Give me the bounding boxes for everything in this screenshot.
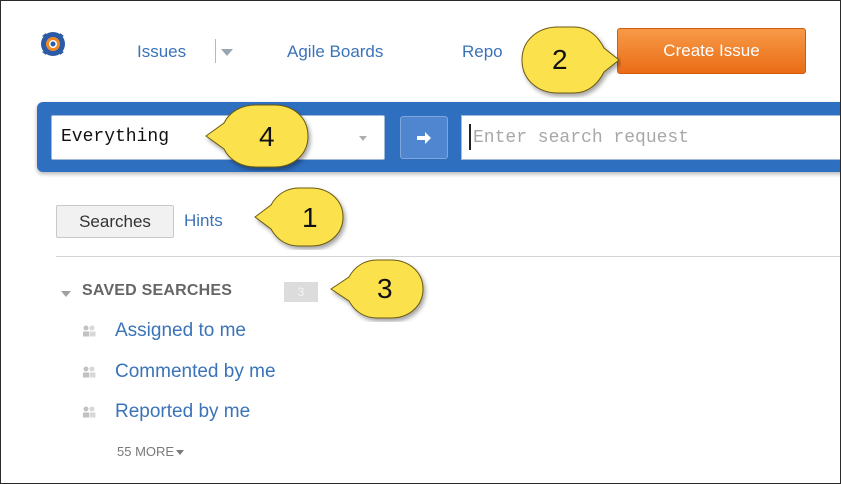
saved-search-label[interactable]: Assigned to me bbox=[115, 320, 246, 342]
saved-searches-header[interactable]: SAVED SEARCHES bbox=[82, 282, 232, 300]
nav-separator bbox=[215, 39, 216, 63]
callout-3-number: 3 bbox=[377, 273, 393, 304]
create-issue-button[interactable]: Create Issue bbox=[617, 28, 806, 74]
app-window: Issues Agile Boards Repo Create Issue Ev… bbox=[0, 0, 841, 484]
chevron-down-icon bbox=[176, 450, 185, 456]
saved-search-item[interactable]: Commented by me bbox=[81, 360, 276, 384]
saved-search-item[interactable]: Assigned to me bbox=[81, 319, 246, 343]
collapse-caret-icon[interactable] bbox=[61, 291, 71, 297]
arrow-right-icon bbox=[417, 131, 431, 144]
saved-search-label[interactable]: Commented by me bbox=[115, 361, 276, 383]
nav-agile-boards[interactable]: Agile Boards bbox=[287, 42, 383, 62]
users-icon bbox=[83, 406, 96, 418]
nav-reports[interactable]: Repo bbox=[462, 42, 503, 62]
chevron-down-icon[interactable] bbox=[359, 136, 367, 141]
issues-dropdown-icon[interactable] bbox=[221, 49, 233, 56]
search-context-value: Everything bbox=[61, 127, 170, 147]
callout-1-number: 1 bbox=[302, 202, 318, 233]
tab-hints[interactable]: Hints bbox=[184, 211, 223, 231]
callout-4-number: 4 bbox=[259, 121, 275, 152]
tab-searches[interactable]: Searches bbox=[56, 205, 174, 238]
saved-search-item[interactable]: Reported by me bbox=[81, 400, 250, 424]
nav-issues[interactable]: Issues bbox=[137, 42, 186, 62]
callout-2-number: 2 bbox=[552, 44, 568, 75]
more-saved-searches-link[interactable]: 55 MORE bbox=[117, 444, 185, 459]
app-logo-icon[interactable] bbox=[39, 30, 67, 58]
search-placeholder: Enter search request bbox=[473, 128, 690, 148]
search-go-button[interactable] bbox=[400, 116, 448, 159]
divider bbox=[56, 256, 840, 257]
callout-1 bbox=[254, 187, 344, 247]
users-icon bbox=[83, 325, 96, 337]
saved-search-label[interactable]: Reported by me bbox=[115, 401, 250, 423]
saved-searches-count-badge: 3 bbox=[284, 282, 318, 302]
more-label: 55 MORE bbox=[117, 444, 175, 459]
callout-2 bbox=[521, 26, 620, 94]
users-icon bbox=[83, 366, 96, 378]
text-cursor bbox=[469, 124, 471, 150]
